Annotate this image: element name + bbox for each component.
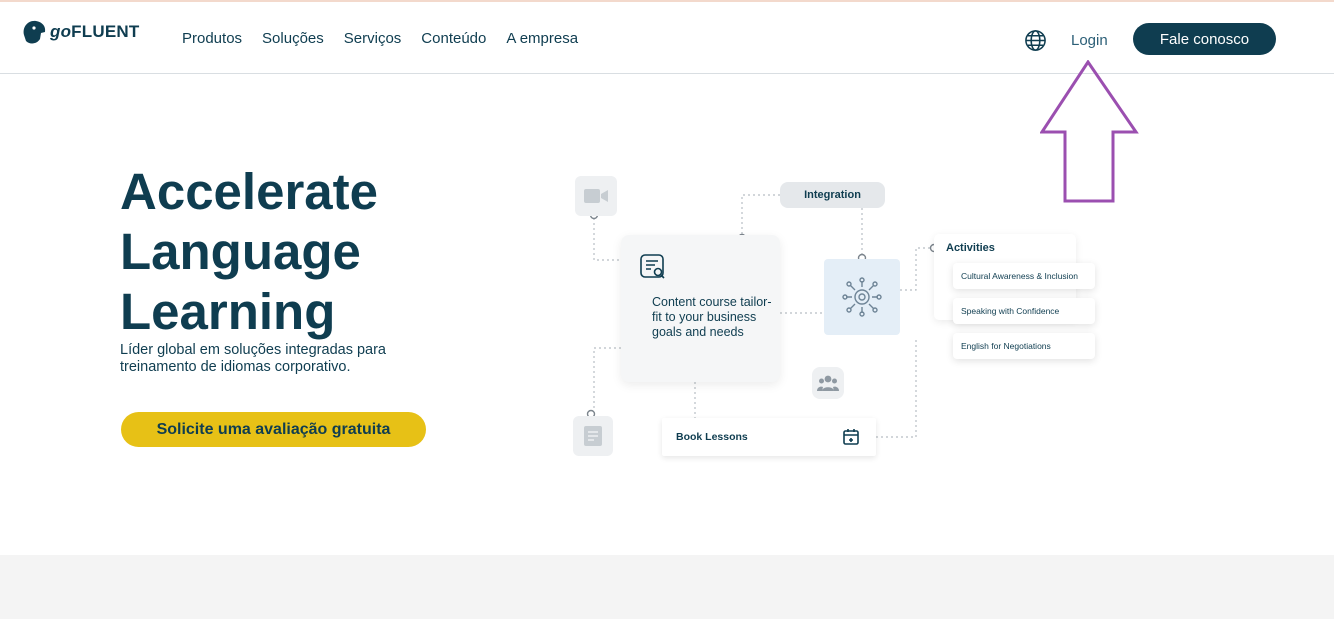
integration-pill: Integration [780, 182, 885, 208]
book-lessons-card: Book Lessons [662, 418, 876, 456]
content-icon [639, 253, 667, 286]
free-evaluation-button[interactable]: Solicite uma avaliação gratuita [121, 412, 426, 447]
content-course-card: Content course tailor-fit to your busine… [621, 235, 780, 382]
content-card-text: Content course tailor-fit to your busine… [652, 295, 772, 339]
document-icon [584, 426, 602, 446]
hero-title-line: Learning [120, 283, 336, 340]
integration-gear-tile [824, 259, 900, 335]
hero-subtitle: Líder global em soluções integradas para… [120, 342, 386, 375]
hero-title: Accelerate Language Learning [120, 162, 500, 342]
book-lessons-label: Book Lessons [676, 431, 748, 443]
nav-item-a-empresa[interactable]: A empresa [506, 30, 578, 47]
login-link[interactable]: Login [1071, 32, 1108, 49]
nav-item-conteudo[interactable]: Conteúdo [421, 30, 486, 47]
next-section-band [0, 555, 1334, 619]
feature-diagram: Integration Content course tailor-fit to… [560, 170, 1120, 470]
logo-text: goFLUENT [50, 22, 140, 41]
document-tile [573, 416, 613, 456]
video-tile [575, 176, 617, 216]
hero-title-line: Language [120, 223, 361, 280]
nav-item-solucoes[interactable]: Soluções [262, 30, 324, 47]
activity-item: English for Negotiations [953, 333, 1095, 359]
gear-network-icon [842, 277, 882, 317]
activity-item: Cultural Awareness & Inclusion [953, 263, 1095, 289]
contact-button[interactable]: Fale conosco [1133, 23, 1276, 55]
hero-title-line: Accelerate [120, 163, 379, 220]
calendar-icon [842, 428, 860, 451]
gofluent-logo[interactable]: goFLUENT [20, 17, 139, 47]
main-nav: Produtos Soluções Serviços Conteúdo A em… [182, 30, 578, 47]
activities-title: Activities [946, 242, 995, 254]
group-tile [812, 367, 844, 399]
video-icon [584, 189, 608, 203]
logo-mark-icon [23, 20, 46, 44]
globe-icon[interactable] [1024, 29, 1047, 57]
group-icon [817, 375, 839, 391]
activity-item: Speaking with Confidence [953, 298, 1095, 324]
nav-item-servicos[interactable]: Serviços [344, 30, 402, 47]
nav-item-produtos[interactable]: Produtos [182, 30, 242, 47]
